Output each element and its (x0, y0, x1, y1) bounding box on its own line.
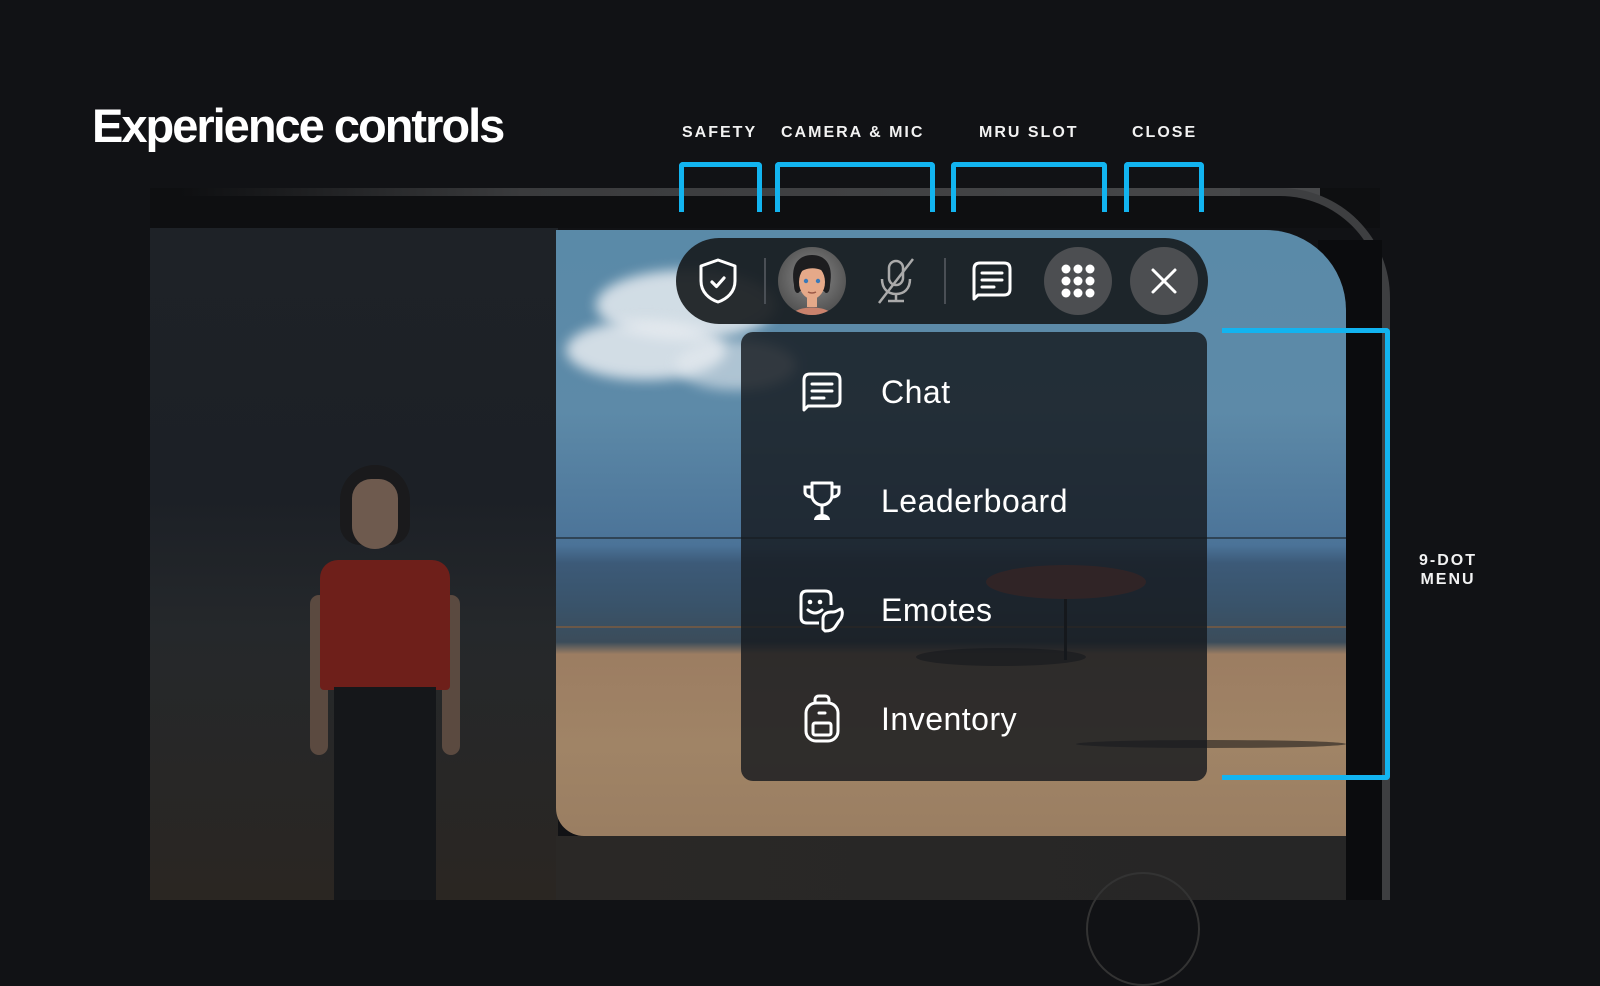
annotation-bracket-camera-mic (775, 162, 935, 212)
annotation-label-line: MENU (1420, 571, 1476, 588)
annotation-bracket-nine-dot-menu (1222, 328, 1390, 780)
menu-item-label: Chat (881, 373, 951, 410)
close-icon (1151, 268, 1177, 294)
menu-item-chat[interactable]: Chat (741, 342, 1207, 442)
close-button[interactable] (1130, 247, 1198, 315)
safety-button[interactable] (684, 247, 752, 315)
avatar (792, 255, 832, 315)
nine-dot-menu: Chat Leaderboard Emotes Inventory (741, 332, 1207, 781)
trophy-icon (797, 476, 847, 526)
menu-item-label: Leaderboard (881, 482, 1068, 519)
home-button (1086, 872, 1200, 986)
annotation-label-camera-mic: CAMERA & MIC (781, 124, 925, 141)
avatar-pants (334, 687, 436, 900)
annotation-bracket-safety (679, 162, 762, 212)
menu-item-emotes[interactable]: Emotes (741, 560, 1207, 660)
annotation-label-mru-slot: MRU SLOT (979, 124, 1079, 141)
nine-dot-grid-icon (1061, 264, 1095, 298)
self-view-avatar-button[interactable] (778, 247, 846, 315)
backpack-icon (797, 694, 847, 744)
experience-controls-toolbar (676, 238, 1208, 324)
menu-item-inventory[interactable]: Inventory (741, 669, 1207, 769)
emote-icon (797, 585, 847, 635)
chat-icon (972, 261, 1012, 301)
toolbar-divider (944, 258, 946, 304)
avatar-shirt (320, 560, 450, 690)
device-bottom (556, 836, 1346, 900)
page-title: Experience controls (92, 99, 505, 152)
annotation-label-line: 9-DOT (1419, 552, 1477, 569)
annotation-bracket-close (1124, 162, 1204, 212)
toolbar-divider (764, 258, 766, 304)
avatar-face (352, 479, 398, 549)
mic-toggle-button[interactable] (862, 247, 930, 315)
player-avatar (310, 465, 460, 900)
chat-icon (797, 367, 847, 417)
annotation-label-nine-dot-menu: 9-DOT MENU (1408, 551, 1488, 589)
shield-check-icon (699, 258, 737, 304)
dimmed-game-area (150, 228, 558, 900)
nine-dot-menu-button[interactable] (1044, 247, 1112, 315)
menu-item-leaderboard[interactable]: Leaderboard (741, 451, 1207, 551)
menu-item-label: Emotes (881, 591, 993, 628)
menu-item-label: Inventory (881, 700, 1018, 737)
mru-chat-button[interactable] (958, 247, 1026, 315)
annotation-bracket-mru-slot (951, 162, 1107, 212)
annotation-label-close: CLOSE (1132, 124, 1198, 141)
annotation-label-safety: SAFETY (682, 124, 758, 141)
mic-off-icon (878, 258, 914, 304)
